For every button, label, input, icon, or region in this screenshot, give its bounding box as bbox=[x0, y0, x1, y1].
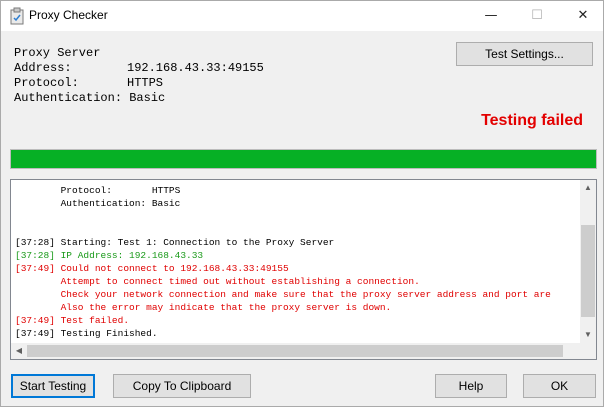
title-bar: Proxy Checker — ☐ ✕ bbox=[1, 1, 603, 31]
log-line: Authentication: Basic bbox=[15, 198, 181, 209]
copy-to-clipboard-button[interactable]: Copy To Clipboard bbox=[113, 374, 251, 398]
minimize-button[interactable]: — bbox=[468, 1, 514, 31]
scroll-down-icon[interactable]: ▼ bbox=[580, 327, 596, 343]
app-icon bbox=[10, 7, 24, 25]
start-testing-button[interactable]: Start Testing bbox=[11, 374, 95, 398]
log-content: Protocol: HTTPS Authentication: Basic [37… bbox=[15, 184, 551, 340]
scrollbar-corner bbox=[580, 343, 596, 359]
minimize-icon: — bbox=[484, 8, 498, 23]
horizontal-scrollbar[interactable]: ◀ ▶ bbox=[11, 343, 596, 359]
log-line: [37:49] Could not connect to 192.168.43.… bbox=[15, 263, 289, 274]
auth-row: Authentication: Basic bbox=[14, 91, 264, 106]
log-panel[interactable]: Protocol: HTTPS Authentication: Basic [37… bbox=[10, 179, 597, 360]
address-value: 192.168.43.33:49155 bbox=[127, 61, 264, 75]
scroll-left-icon[interactable]: ◀ bbox=[11, 343, 27, 359]
progress-bar bbox=[10, 149, 597, 169]
window-title: Proxy Checker bbox=[29, 8, 108, 22]
address-row: Address: 192.168.43.33:49155 bbox=[14, 61, 264, 76]
log-line: [37:28] IP Address: 192.168.43.33 bbox=[15, 250, 204, 261]
maximize-button[interactable]: ☐ bbox=[514, 1, 560, 31]
log-line: Attempt to connect timed out without est… bbox=[15, 276, 420, 287]
log-line: [37:49] Test failed. bbox=[15, 315, 130, 326]
proxy-info: Proxy Server Address: 192.168.43.33:49155… bbox=[14, 46, 264, 106]
progress-fill bbox=[11, 150, 596, 168]
horizontal-scroll-thumb[interactable] bbox=[27, 345, 563, 357]
close-icon: ✕ bbox=[577, 8, 589, 23]
vertical-scroll-thumb[interactable] bbox=[581, 225, 595, 317]
auth-label: Authentication: bbox=[14, 91, 123, 105]
log-line: [37:28] Starting: Test 1: Connection to … bbox=[15, 237, 335, 248]
auth-value: Basic bbox=[129, 91, 166, 105]
log-line: Also the error may indicate that the pro… bbox=[15, 302, 392, 313]
ok-button[interactable]: OK bbox=[523, 374, 596, 398]
scroll-up-icon[interactable]: ▲ bbox=[580, 180, 596, 196]
maximize-icon: ☐ bbox=[531, 8, 543, 23]
proxy-checker-window: Proxy Checker — ☐ ✕ Proxy Server Address… bbox=[0, 0, 604, 407]
close-button[interactable]: ✕ bbox=[560, 1, 604, 31]
proxy-heading: Proxy Server bbox=[14, 46, 101, 60]
log-line: [37:49] Testing Finished. bbox=[15, 328, 158, 339]
log-line: Check your network connection and make s… bbox=[15, 289, 551, 300]
address-label: Address: bbox=[14, 61, 72, 75]
test-settings-button[interactable]: Test Settings... bbox=[456, 42, 593, 66]
vertical-scrollbar[interactable]: ▲ ▼ bbox=[580, 180, 596, 343]
help-button[interactable]: Help bbox=[435, 374, 507, 398]
log-line: Protocol: HTTPS bbox=[15, 185, 181, 196]
protocol-label: Protocol: bbox=[14, 76, 79, 90]
protocol-value: HTTPS bbox=[127, 76, 164, 90]
status-text: Testing failed bbox=[481, 112, 583, 129]
protocol-row: Protocol: HTTPS bbox=[14, 76, 264, 91]
